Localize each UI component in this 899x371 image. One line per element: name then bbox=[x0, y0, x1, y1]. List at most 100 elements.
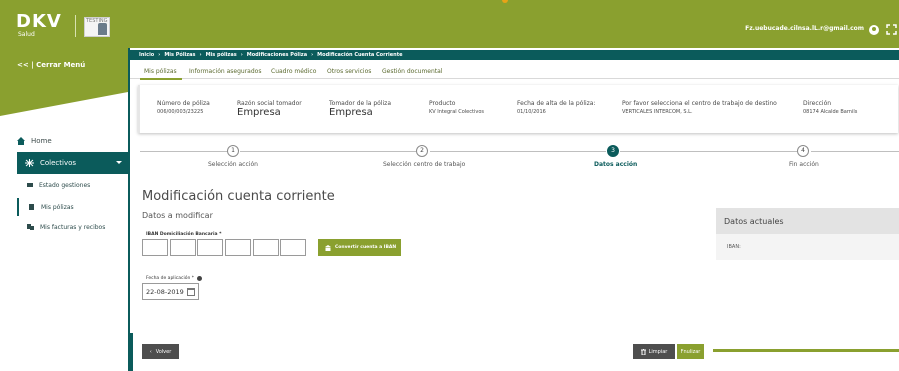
iban-field-4[interactable] bbox=[225, 239, 251, 256]
breadcrumb-item[interactable]: Modificaciones Póliza bbox=[247, 52, 307, 58]
product-label: Producto bbox=[429, 100, 456, 107]
breadcrumb: Inicio › Mis Pólizas › Mis pólizas › Modifi… bbox=[130, 50, 899, 60]
info-icon[interactable] bbox=[197, 276, 203, 281]
sidebar-item-label: Mis pólizas bbox=[41, 203, 74, 211]
company-value: Empresa bbox=[237, 107, 281, 118]
start-date-label: Fecha de alta de la póliza: bbox=[517, 100, 596, 107]
sidebar-item-label: Mis facturas y recibos bbox=[40, 223, 106, 231]
sidebar-item-home[interactable]: Home bbox=[17, 137, 52, 145]
stepper-line bbox=[240, 151, 416, 152]
calendar-icon[interactable] bbox=[187, 288, 195, 296]
application-date-field[interactable]: 22-08-2019 bbox=[142, 283, 199, 300]
current-iban-label: IBAN: bbox=[716, 234, 899, 260]
back-button[interactable]: ‹ Volver bbox=[142, 344, 179, 359]
section-subtitle: Datos a modificar bbox=[142, 211, 213, 220]
stepper-line bbox=[620, 151, 797, 152]
document-icon bbox=[29, 204, 34, 210]
sidebar-item-mis-polizas[interactable]: Mis pólizas bbox=[17, 198, 128, 216]
sidebar-item-colectivos[interactable]: Colectivos bbox=[17, 152, 128, 174]
breadcrumb-separator-icon: › bbox=[158, 52, 161, 58]
policy-info-card: Número de póliza 006/00/003/23225 Razón … bbox=[138, 85, 898, 133]
address-label: Dirección bbox=[803, 100, 832, 107]
address-value: 08174 Alcalde Barnils bbox=[803, 109, 858, 115]
tab-mis-polizas[interactable]: Mis pólizas bbox=[144, 68, 177, 75]
iban-field-1[interactable] bbox=[142, 239, 168, 256]
iban-field-6[interactable] bbox=[280, 239, 306, 256]
iban-field-3[interactable] bbox=[197, 239, 223, 256]
workplace-label: Por favor selecciona el centro de trabaj… bbox=[622, 100, 777, 107]
start-date-col: Fecha de alta de la póliza: 01/10/2016 bbox=[517, 100, 596, 115]
user-email[interactable]: Fz.uebucade.cilnsa.lL.r@gmail.com bbox=[745, 25, 864, 32]
policy-number-value: 006/00/003/23225 bbox=[157, 109, 204, 115]
holder-col: Tomador de la póliza Empresa bbox=[329, 100, 391, 118]
sidebar-item-label: Estado gestiones bbox=[39, 181, 91, 189]
breadcrumb-item[interactable]: Mis pólizas bbox=[206, 52, 237, 58]
breadcrumb-item[interactable]: Mis Pólizas bbox=[164, 52, 195, 58]
policy-number-label: Número de póliza bbox=[157, 100, 210, 107]
step-4-label: Fin acción bbox=[789, 161, 819, 168]
tab-otros-servicios[interactable]: Otros servicios bbox=[327, 68, 371, 75]
product-col: Producto KV Integral Colectivos bbox=[429, 100, 484, 115]
people-icon bbox=[25, 159, 34, 167]
dkv-logo[interactable]: DKV bbox=[16, 13, 62, 31]
company-label: Razón social tomador bbox=[237, 100, 302, 107]
step-3-label: Datos acción bbox=[594, 161, 638, 168]
bottom-accent-line bbox=[713, 349, 899, 352]
policy-number-col: Número de póliza 006/00/003/23225 bbox=[157, 100, 210, 115]
tab-informacion-asegurados[interactable]: Información asegurados bbox=[189, 68, 261, 75]
convert-iban-label: Convertir cuenta a IBAN bbox=[335, 245, 397, 250]
page-title: Modificación cuenta corriente bbox=[142, 189, 335, 204]
date-value: 22-08-2019 bbox=[146, 287, 184, 296]
step-3-circle: 3 bbox=[607, 145, 619, 157]
top-header bbox=[0, 0, 899, 48]
stepper-line bbox=[811, 151, 899, 152]
logo-divider bbox=[75, 15, 76, 37]
chevron-left-icon: ‹ bbox=[149, 348, 152, 355]
step-4-circle: 4 bbox=[797, 145, 809, 157]
breadcrumb-item: Modificación Cuenta Corriente bbox=[317, 52, 403, 58]
sidebar-item-estado-gestiones[interactable]: Estado gestiones bbox=[17, 176, 128, 194]
address-col: Dirección 08174 Alcalde Barnils bbox=[803, 100, 857, 115]
convert-iban-button[interactable]: Convertir cuenta a IBAN bbox=[318, 239, 401, 256]
invoice-icon bbox=[27, 224, 34, 230]
tab-cuadro-medico[interactable]: Cuadro médico bbox=[271, 68, 316, 75]
iban-field-2[interactable] bbox=[170, 239, 196, 256]
product-value: KV Integral Colectivos bbox=[429, 109, 484, 115]
expand-icon[interactable] bbox=[886, 24, 897, 35]
sidebar-item-label: Colectivos bbox=[40, 159, 77, 167]
step-1-label: Selección acción bbox=[208, 161, 258, 168]
holder-label: Tomador de la póliza bbox=[329, 100, 391, 107]
workplace-col: Por favor selecciona el centro de trabaj… bbox=[622, 100, 777, 115]
content-left-border bbox=[130, 333, 133, 371]
breadcrumb-separator-icon: › bbox=[199, 52, 202, 58]
step-2-circle: 2 bbox=[416, 145, 428, 157]
current-data-title: Datos actuales bbox=[716, 208, 899, 234]
start-date-value: 01/10/2016 bbox=[517, 109, 546, 115]
tab-gestion-documental[interactable]: Gestión documental bbox=[382, 68, 442, 75]
list-icon bbox=[27, 183, 33, 187]
badge-figure-icon bbox=[98, 23, 107, 35]
sidebar-item-mis-facturas[interactable]: Mis facturas y recibos bbox=[17, 218, 128, 236]
breadcrumb-item[interactable]: Inicio bbox=[139, 52, 154, 58]
holder-value: Empresa bbox=[329, 107, 373, 118]
close-menu-button[interactable]: << | Cerrar Menú bbox=[17, 61, 85, 69]
date-label: Fecha de aplicación * bbox=[146, 276, 203, 281]
sidebar-divider bbox=[128, 48, 130, 371]
sidebar-item-label: Home bbox=[31, 137, 52, 145]
workplace-value: VERTICALES INTERCOM, S.L. bbox=[622, 109, 693, 115]
clear-label: Limpiar bbox=[648, 348, 668, 355]
bank-icon bbox=[325, 244, 331, 251]
stepper-line bbox=[430, 151, 606, 152]
chevron-down-icon bbox=[116, 161, 122, 164]
step-2-label: Selección centro de trabajo bbox=[383, 161, 466, 168]
iban-field-5[interactable] bbox=[253, 239, 279, 256]
finish-button[interactable]: Fnulizar bbox=[677, 344, 704, 359]
stepper-line bbox=[140, 151, 228, 152]
clear-button[interactable]: Limpiar bbox=[633, 344, 675, 359]
breadcrumb-separator-icon: › bbox=[240, 52, 243, 58]
active-tab-indicator bbox=[140, 78, 182, 80]
home-icon bbox=[17, 137, 25, 145]
testing-badge: TESTING bbox=[84, 17, 110, 37]
user-icon[interactable] bbox=[869, 25, 879, 35]
date-label-text: Fecha de aplicación * bbox=[146, 276, 195, 281]
